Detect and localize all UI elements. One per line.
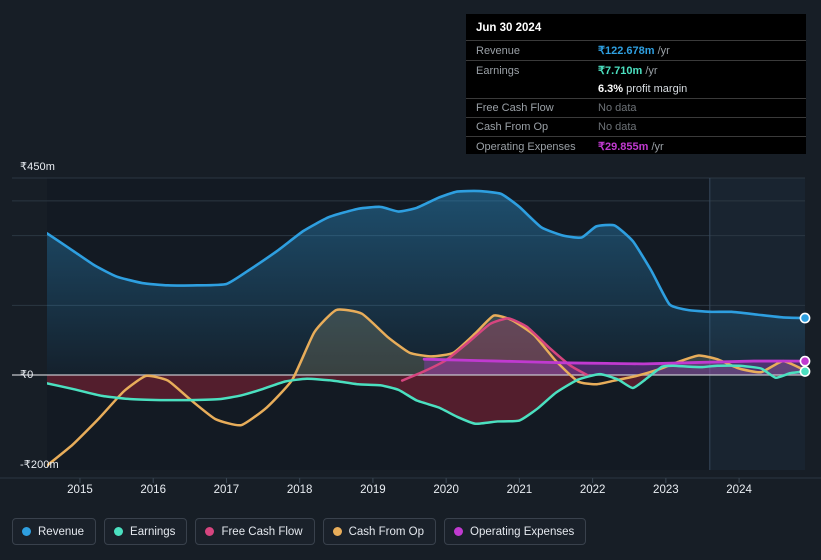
tooltip-table: Revenue ₹122.678m /yr Earnings ₹7.710m /yr 6…: [466, 40, 806, 156]
endpoint-marker-operating-expenses: [799, 355, 811, 367]
legend-item-cash-from-op[interactable]: Cash From Op: [322, 518, 437, 545]
tooltip-row: Revenue ₹122.678m /yr: [466, 40, 806, 61]
endpoint-marker-earnings: [799, 366, 811, 377]
legend-color-dot-icon: [332, 527, 342, 536]
endpoint-marker-revenue: [799, 312, 811, 324]
tooltip-row: Earnings ₹7.710m /yr: [466, 60, 806, 80]
legend-item-free-cash-flow[interactable]: Free Cash Flow: [195, 518, 315, 545]
tooltip-row-value: No data: [588, 98, 806, 118]
tooltip-row-value: ₹7.710m /yr: [588, 60, 806, 80]
tooltip-amount: ₹7.710m: [598, 65, 643, 77]
tooltip-unit: /yr: [642, 65, 658, 77]
x-axis-tick-2020: 2020: [433, 484, 459, 496]
tooltip-amount: ₹122.678m: [598, 45, 655, 57]
y-axis-label-min: -₹200m: [20, 459, 59, 471]
legend-item-revenue[interactable]: Revenue: [12, 518, 97, 545]
tooltip-row: Operating Expenses ₹29.855m /yr: [466, 136, 806, 156]
tooltip-row-value: ₹29.855m /yr: [588, 136, 806, 156]
legend-item-label: Operating Expenses: [470, 525, 575, 538]
legend-color-dot-icon: [454, 527, 464, 536]
y-axis-label-zero: ₹0: [20, 369, 34, 381]
tooltip-row-label: Operating Expenses: [466, 136, 588, 156]
tooltip-row-value: No data: [588, 117, 806, 137]
x-axis-tick-2016: 2016: [140, 484, 166, 496]
data-tooltip: Jun 30 2024 Revenue ₹122.678m /yr Earnings…: [466, 14, 806, 156]
legend-item-label: Free Cash Flow: [221, 525, 303, 538]
tooltip-row: 6.3% profit margin: [466, 80, 806, 99]
tooltip-date: Jun 30 2024: [476, 22, 542, 34]
tooltip-row-label: Free Cash Flow: [466, 98, 588, 118]
legend-item-operating-expenses[interactable]: Operating Expenses: [444, 518, 587, 545]
tooltip-row-label: [466, 80, 588, 99]
chart-legend: Revenue Earnings Free Cash Flow Cash From O…: [12, 518, 587, 545]
tooltip-row: Free Cash Flow No data: [466, 98, 806, 118]
tooltip-no-data: No data: [598, 102, 637, 114]
legend-item-label: Cash From Op: [348, 525, 425, 538]
x-axis-tick-2024: 2024: [726, 484, 752, 496]
x-axis-tick-2015: 2015: [67, 484, 93, 496]
x-axis-tick-2021: 2021: [506, 484, 533, 496]
legend-item-earnings[interactable]: Earnings: [104, 518, 188, 545]
x-axis-tick-2017: 2017: [213, 484, 240, 496]
tooltip-row-label: Earnings: [466, 60, 588, 80]
legend-color-dot-icon: [114, 527, 124, 536]
x-axis-tick-2023: 2023: [653, 484, 679, 496]
tooltip-row-value: ₹122.678m /yr: [588, 40, 806, 61]
tooltip-amount: ₹29.855m: [598, 141, 649, 153]
tooltip-row-label: Revenue: [466, 40, 588, 61]
chart-root: ₹450m ₹0 -₹200m 2015 2016 2017 2018 2019 2020…: [0, 0, 821, 560]
tooltip-row-value: 6.3% profit margin: [588, 80, 806, 99]
legend-item-label: Earnings: [130, 525, 176, 538]
x-axis-tick-2019: 2019: [360, 484, 386, 496]
tooltip-unit: /yr: [654, 45, 670, 57]
tooltip-no-data: No data: [598, 121, 637, 133]
tooltip-profit-margin-value: 6.3%: [598, 83, 624, 95]
y-axis-label-max: ₹450m: [20, 161, 56, 173]
legend-item-label: Revenue: [38, 525, 85, 538]
tooltip-profit-margin-label: profit margin: [623, 83, 688, 95]
x-axis-tick-2018: 2018: [286, 484, 313, 496]
x-axis-tick-2022: 2022: [579, 484, 606, 496]
legend-color-dot-icon: [22, 527, 31, 536]
legend-color-dot-icon: [205, 527, 215, 536]
tooltip-unit: /yr: [648, 141, 664, 153]
tooltip-row: Cash From Op No data: [466, 117, 806, 137]
tooltip-row-label: Cash From Op: [466, 117, 588, 137]
